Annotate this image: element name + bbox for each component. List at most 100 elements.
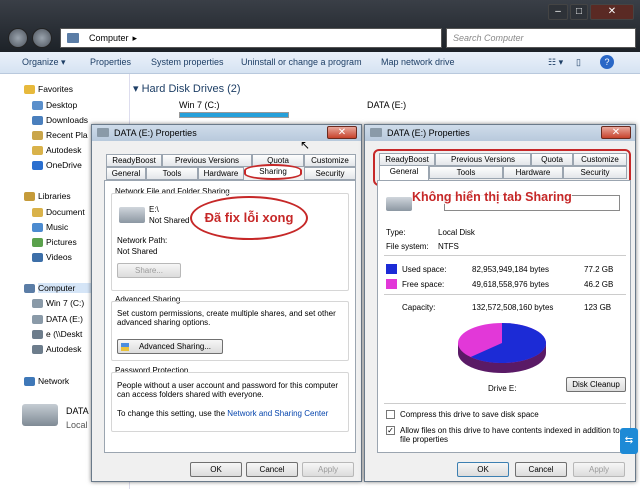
section-title[interactable]: ▾ Hard Disk Drives (2)	[133, 82, 241, 95]
apply-button[interactable]: Apply	[302, 462, 354, 477]
advanced-description: Set custom permissions, create multiple …	[117, 309, 336, 327]
tab-previous-versions[interactable]: Previous Versions	[162, 154, 252, 167]
tab-previous-versions[interactable]: Previous Versions	[435, 153, 531, 166]
used-gb: 77.2 GB	[584, 265, 614, 274]
network-center-link[interactable]: Network and Sharing Center	[227, 409, 328, 418]
tab-quota[interactable]: Quota	[531, 153, 573, 166]
map-drive-button[interactable]: Map network drive	[381, 57, 455, 67]
address-bar[interactable]: Computer ▸	[60, 28, 442, 48]
mouse-cursor-icon: ↖	[300, 138, 311, 152]
fs-value: NTFS	[438, 242, 459, 251]
capacity-gb: 123 GB	[584, 303, 612, 312]
tab-general[interactable]: General	[379, 165, 429, 180]
preview-pane-icon[interactable]: ▯	[576, 57, 581, 68]
details-name: DATA	[66, 406, 89, 416]
folder-icon	[32, 146, 43, 155]
close-button[interactable]: ✕	[327, 126, 357, 139]
ok-button[interactable]: OK	[457, 462, 509, 477]
close-button[interactable]: ✕	[601, 126, 631, 139]
nav-item[interactable]: Downloads	[32, 115, 88, 125]
drive-large-icon	[22, 404, 58, 426]
uninstall-button[interactable]: Uninstall or change a program	[241, 57, 362, 67]
ok-button[interactable]: OK	[190, 462, 242, 477]
free-bytes: 49,618,558,976 bytes	[472, 280, 549, 289]
free-label: Free space:	[402, 280, 445, 289]
index-checkbox[interactable]: ✓	[386, 426, 395, 435]
view-icon[interactable]: ☷ ▾	[548, 57, 563, 68]
tab-hardware[interactable]: Hardware	[503, 166, 563, 179]
maximize-button[interactable]: □	[570, 4, 588, 20]
tab-sharing[interactable]: Sharing	[244, 164, 302, 180]
used-bytes: 82,953,949,184 bytes	[472, 265, 549, 274]
computer-icon	[67, 33, 79, 43]
type-label: Type:	[386, 228, 406, 237]
properties-dialog-left: DATA (E:) Properties ✕ ReadyBoost Previo…	[91, 124, 362, 482]
apply-button[interactable]: Apply	[573, 462, 625, 477]
nav-libraries[interactable]: Libraries	[24, 191, 71, 201]
advanced-sharing-button[interactable]: Advanced Sharing...	[117, 339, 223, 354]
nav-item[interactable]: Videos	[32, 252, 72, 262]
recent-places-icon	[32, 131, 43, 140]
nav-item[interactable]: Music	[32, 222, 68, 232]
teamviewer-icon[interactable]: ⇆	[620, 428, 638, 454]
compress-checkbox[interactable]	[386, 410, 395, 419]
nav-item[interactable]: e (\\Deskt	[32, 329, 82, 339]
tab-customize[interactable]: Customize	[573, 153, 627, 166]
nav-item[interactable]: Win 7 (C:)	[32, 298, 84, 308]
network-icon	[24, 377, 35, 386]
properties-button[interactable]: Properties	[90, 57, 131, 67]
nav-item[interactable]: Pictures	[32, 237, 77, 247]
drive-usage-bar	[179, 112, 289, 118]
shield-icon	[121, 343, 129, 351]
free-gb: 46.2 GB	[584, 280, 614, 289]
divider	[384, 255, 626, 256]
help-icon[interactable]: ?	[600, 55, 614, 69]
nav-item[interactable]: DATA (E:)	[32, 314, 83, 324]
dialog-title: DATA (E:) Properties	[92, 125, 361, 141]
computer-icon	[24, 284, 35, 293]
tab-security[interactable]: Security	[304, 167, 356, 180]
share-button[interactable]: Share...	[117, 263, 181, 278]
minimize-button[interactable]: –	[548, 4, 568, 20]
drive-icon	[370, 128, 382, 137]
cancel-button[interactable]: Cancel	[246, 462, 298, 477]
organize-button[interactable]: Organize ▾	[22, 57, 66, 68]
forward-button[interactable]	[32, 28, 52, 48]
music-icon	[32, 223, 43, 232]
nav-item[interactable]: Desktop	[32, 100, 77, 110]
drive-label[interactable]: Win 7 (C:)	[179, 100, 220, 110]
search-input[interactable]: Search Computer	[446, 28, 636, 48]
network-path-label: Network Path:	[117, 236, 168, 245]
tab-tools[interactable]: Tools	[429, 166, 503, 179]
nav-item[interactable]: OneDrive	[32, 160, 82, 170]
nav-item[interactable]: Autodesk	[32, 145, 81, 155]
fixed-annotation: Đã fix lỗi xong	[190, 196, 308, 240]
drive-icon	[32, 315, 43, 324]
tab-tools[interactable]: Tools	[146, 167, 198, 180]
capacity-label: Capacity:	[402, 303, 436, 312]
tab-general[interactable]: General	[106, 167, 146, 180]
pictures-icon	[32, 238, 43, 247]
tab-hardware[interactable]: Hardware	[198, 167, 244, 180]
cancel-button[interactable]: Cancel	[515, 462, 567, 477]
type-value: Local Disk	[438, 228, 475, 237]
nav-item[interactable]: Recent Pla	[32, 130, 88, 140]
back-button[interactable]	[8, 28, 28, 48]
divider	[384, 294, 626, 295]
disk-cleanup-button[interactable]: Disk Cleanup	[566, 377, 626, 392]
system-properties-button[interactable]: System properties	[151, 57, 224, 67]
compress-label: Compress this drive to save disk space	[400, 410, 539, 419]
close-button[interactable]: ✕	[590, 4, 634, 20]
nav-item[interactable]: Document	[32, 207, 85, 217]
network-path-value: Not Shared	[117, 247, 158, 256]
drive-label[interactable]: DATA (E:)	[367, 100, 406, 110]
drive-icon	[32, 299, 43, 308]
nav-item[interactable]: Autodesk	[32, 344, 81, 354]
tab-security[interactable]: Security	[563, 166, 627, 179]
nav-favorites[interactable]: Favorites	[24, 84, 73, 94]
tab-readyboost[interactable]: ReadyBoost	[106, 154, 162, 167]
drive-icon	[119, 207, 145, 223]
used-color-swatch	[386, 264, 397, 274]
nav-network[interactable]: Network	[24, 376, 69, 386]
tab-customize[interactable]: Customize	[304, 154, 356, 167]
